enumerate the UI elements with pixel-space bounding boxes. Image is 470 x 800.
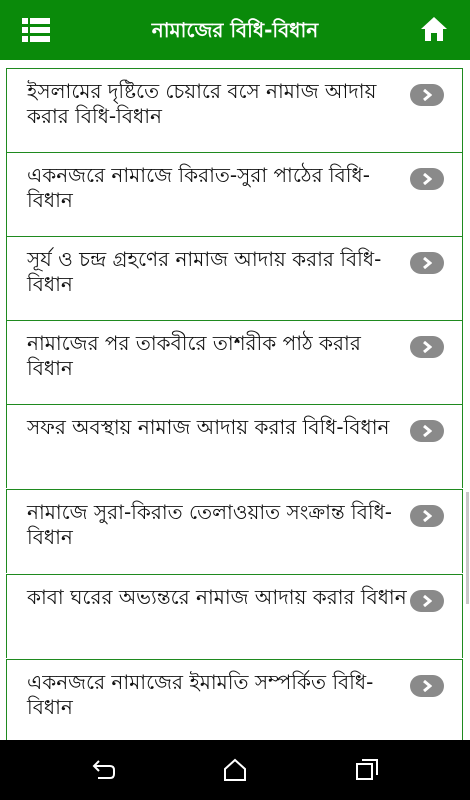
list-item[interactable]: সূর্য ও চন্দ্র গ্রহণের নামাজ আদায় করার … (6, 236, 463, 320)
list-item[interactable]: নামাজে সুরা-কিরাত তেলাওয়াত সংক্রান্ত বি… (6, 489, 463, 573)
page-title: নামাজের বিধি-বিধান (151, 18, 319, 42)
topic-list: ইসলামের দৃষ্টিতে চেয়ারে বসে নামাজ আদায়… (0, 60, 470, 740)
chevron-right-icon[interactable] (410, 84, 444, 106)
list-item-label: নামাজে সুরা-কিরাত তেলাওয়াত সংক্রান্ত বি… (27, 500, 393, 549)
chevron-right-icon[interactable] (410, 505, 444, 527)
list-item-label: নামাজের পর তাকবীরে তাশরীক পাঠ করার বিধান (27, 331, 361, 380)
list-item[interactable]: কাবা ঘরের অভ্যন্তরে নামাজ আদায় করার বিধ… (6, 574, 463, 658)
list-item[interactable]: একনজরে নামাজের ইমামতি সম্পর্কিত বিধি-বিধ… (6, 659, 463, 740)
list-menu-icon[interactable] (22, 18, 50, 42)
system-nav-bar (0, 740, 470, 800)
scrollbar[interactable] (465, 60, 470, 740)
list-item[interactable]: নামাজের পর তাকবীরে তাশরীক পাঠ করার বিধান (6, 320, 463, 404)
app-bar: নামাজের বিধি-বিধান (0, 0, 470, 60)
chevron-right-icon[interactable] (410, 590, 444, 612)
list-item-label: ইসলামের দৃষ্টিতে চেয়ারে বসে নামাজ আদায়… (27, 79, 377, 128)
list-item-label: একনজরে নামাজে কিরাত-সুরা পাঠের বিধি-বিধা… (27, 163, 370, 212)
list-item[interactable]: সফর অবস্থায় নামাজ আদায় করার বিধি-বিধান (6, 404, 463, 488)
recents-icon[interactable] (354, 758, 380, 782)
list-item-label: কাবা ঘরের অভ্যন্তরে নামাজ আদায় করার বিধ… (27, 585, 407, 609)
chevron-right-icon[interactable] (410, 420, 444, 442)
chevron-right-icon[interactable] (410, 168, 444, 190)
list-item-label: একনজরে নামাজের ইমামতি সম্পর্কিত বিধি-বিধ… (27, 670, 374, 719)
chevron-right-icon[interactable] (410, 675, 444, 697)
back-icon[interactable] (90, 758, 116, 782)
chevron-right-icon[interactable] (410, 252, 444, 274)
list-item-label: সূর্য ও চন্দ্র গ্রহণের নামাজ আদায় করার … (27, 247, 382, 296)
scrollbar-thumb[interactable] (466, 492, 469, 604)
list-item[interactable]: ইসলামের দৃষ্টিতে চেয়ারে বসে নামাজ আদায়… (6, 68, 463, 152)
home-icon[interactable] (420, 16, 448, 42)
chevron-right-icon[interactable] (410, 336, 444, 358)
home-outline-icon[interactable] (222, 758, 248, 782)
list-item[interactable]: একনজরে নামাজে কিরাত-সুরা পাঠের বিধি-বিধা… (6, 152, 463, 236)
list-item-label: সফর অবস্থায় নামাজ আদায় করার বিধি-বিধান (27, 415, 390, 439)
